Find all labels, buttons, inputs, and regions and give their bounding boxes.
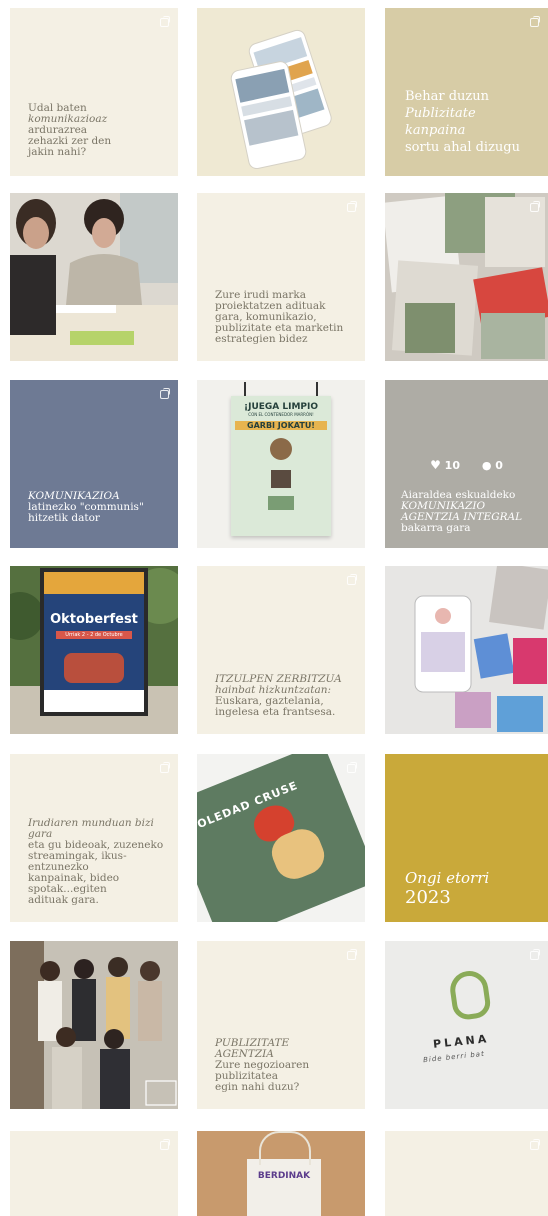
poster-dates: Urriak 2 - 2 de Octubre	[56, 631, 132, 639]
tote-bag: BERDINAK	[247, 1159, 321, 1216]
post-tile-12[interactable]	[385, 566, 548, 734]
comment-icon: ●	[481, 459, 492, 472]
tote-handle	[259, 1131, 311, 1165]
post-caption: Zure irudi marka proiektatzen adituak ga…	[215, 290, 351, 345]
oktoberfest-poster: Oktoberfest Urriak 2 - 2 de Octubre	[40, 568, 148, 716]
caption-line: Ongi etorri	[405, 869, 490, 887]
poster-title: ¡JUEGA LIMPIO	[243, 402, 319, 412]
social-media-mockup-image	[414, 566, 548, 732]
post-tile-19[interactable]	[10, 1131, 178, 1216]
caption-line: bakarra gara	[401, 522, 471, 534]
multi-post-icon	[160, 762, 170, 773]
post-caption: Ongi etorri 2023	[405, 868, 534, 908]
post-caption: Udal baten komunikazioaz ardurazrea zeha…	[28, 103, 164, 158]
tote-title: BERDINAK	[257, 1171, 311, 1181]
multi-post-icon	[347, 201, 357, 212]
post-tile-14[interactable]: SOLEDAD CRUSE	[197, 754, 365, 922]
multi-post-icon	[347, 949, 357, 960]
comments-count: 0	[495, 459, 503, 472]
caption-line: hitzetik dator	[28, 512, 100, 524]
likes-count: 10	[444, 459, 460, 472]
post-tile-6[interactable]	[385, 193, 548, 361]
post-tile-17[interactable]: PUBLIZITATE AGENTZIA Zure negozioaren pu…	[197, 941, 365, 1109]
post-caption: Aiaraldea eskualdeko KOMUNIKAZIO AGENTZI…	[401, 490, 534, 534]
post-caption: PUBLIZITATE AGENTZIA Zure negozioaren pu…	[215, 1038, 351, 1093]
caption-line: estrategien bidez	[215, 333, 308, 345]
caption-line: 2023	[405, 887, 451, 908]
caption-line: ingelesa eta frantsesa.	[215, 706, 336, 718]
caption-line: egin nahi duzu?	[215, 1081, 300, 1093]
caption-line: sortu ahal dizugu	[405, 140, 521, 155]
multi-post-icon	[160, 1139, 170, 1150]
poster-illustration	[270, 438, 292, 460]
multi-post-icon	[530, 16, 540, 27]
caption-line: adituak gara.	[28, 894, 99, 906]
post-tile-7[interactable]: KOMUNIKAZIOA latinezko "communis" hitzet…	[10, 380, 178, 548]
poster-illustration	[64, 653, 124, 683]
caption-line: Behar duzun	[405, 89, 490, 104]
plana-logo-icon	[447, 968, 493, 1022]
multi-post-icon	[530, 1139, 540, 1150]
post-tile-16[interactable]	[10, 941, 178, 1109]
post-tile-15[interactable]: Ongi etorri 2023	[385, 754, 548, 922]
post-tile-9[interactable]: ♥ 10 ● 0 Aiaraldea eskualdeko KOMUNIKAZI…	[385, 380, 548, 548]
caption-line: Zure negozioaren publizitatea	[215, 1059, 310, 1082]
caption-line: Irudiaren munduan bizi gara	[28, 817, 154, 840]
caption-line: PUBLIZITATE AGENTZIA	[215, 1037, 290, 1060]
multi-post-icon	[160, 388, 170, 399]
poster-subtitle: CON EL CONTENEDOR MARRÓN!	[248, 412, 314, 417]
poster-title: Oktoberfest	[50, 612, 138, 627]
newspaper-collage-image	[385, 193, 548, 359]
post-tile-5[interactable]: Zure irudi marka proiektatzen adituak ga…	[197, 193, 365, 361]
post-tile-21[interactable]	[385, 1131, 548, 1216]
multi-post-icon	[530, 201, 540, 212]
multi-post-icon	[160, 16, 170, 27]
post-tile-13[interactable]: Irudiaren munduan bizi gara eta gu bideo…	[10, 754, 178, 922]
post-tile-10[interactable]: Oktoberfest Urriak 2 - 2 de Octubre	[10, 566, 178, 734]
post-tile-1[interactable]: Udal baten komunikazioaz ardurazrea zeha…	[10, 8, 178, 176]
post-tile-2[interactable]	[197, 8, 365, 176]
multi-post-icon	[347, 574, 357, 585]
caption-line: jakin nahi?	[28, 146, 87, 158]
juega-limpio-poster: ¡JUEGA LIMPIO CON EL CONTENEDOR MARRÓN! …	[231, 396, 331, 536]
post-tile-20[interactable]: BERDINAK	[197, 1131, 365, 1216]
group-photo-image	[10, 941, 178, 1109]
poster-clip-right	[316, 382, 318, 396]
multi-post-icon	[347, 762, 357, 773]
team-meeting-photo	[10, 193, 178, 361]
soledad-cover: SOLEDAD CRUSE	[197, 754, 365, 922]
multi-post-icon	[530, 949, 540, 960]
poster-illustration	[271, 470, 291, 488]
caption-line: kanpainak, bideo spotak...egiten	[28, 872, 120, 895]
poster-footer	[44, 690, 144, 712]
post-caption: Behar duzun Publizitate kanpaina sortu a…	[405, 88, 534, 156]
engagement-overlay: ♥ 10 ● 0	[385, 458, 548, 472]
poster-clip-left	[244, 382, 246, 396]
post-tile-8[interactable]: ¡JUEGA LIMPIO CON EL CONTENEDOR MARRÓN! …	[197, 380, 365, 548]
post-caption: KOMUNIKAZIOA latinezko "communis" hitzet…	[28, 491, 164, 524]
post-caption: ITZULPEN ZERBITZUA hainbat hizkuntzatan:…	[215, 674, 351, 718]
post-tile-11[interactable]: ITZULPEN ZERBITZUA hainbat hizkuntzatan:…	[197, 566, 365, 734]
caption-line: streamingak, ikus-entzunezko	[28, 850, 127, 873]
post-tile-3[interactable]: Behar duzun Publizitate kanpaina sortu a…	[385, 8, 548, 176]
phones-mockup-image	[230, 29, 332, 170]
heart-icon: ♥	[430, 458, 441, 472]
caption-line: Publizitate kanpaina	[405, 106, 476, 138]
post-tile-18[interactable]: PLANA Bide berri bat	[385, 941, 548, 1109]
post-caption: Irudiaren munduan bizi gara eta gu bideo…	[28, 818, 172, 906]
poster-band: GARBI JOKATU!	[235, 421, 327, 430]
logo-tagline: Bide berri bat	[422, 1049, 486, 1065]
poster-decor	[44, 572, 144, 594]
post-tile-4[interactable]	[10, 193, 178, 361]
poster-illustration	[268, 496, 294, 510]
logo-name: PLANA	[432, 1032, 490, 1051]
